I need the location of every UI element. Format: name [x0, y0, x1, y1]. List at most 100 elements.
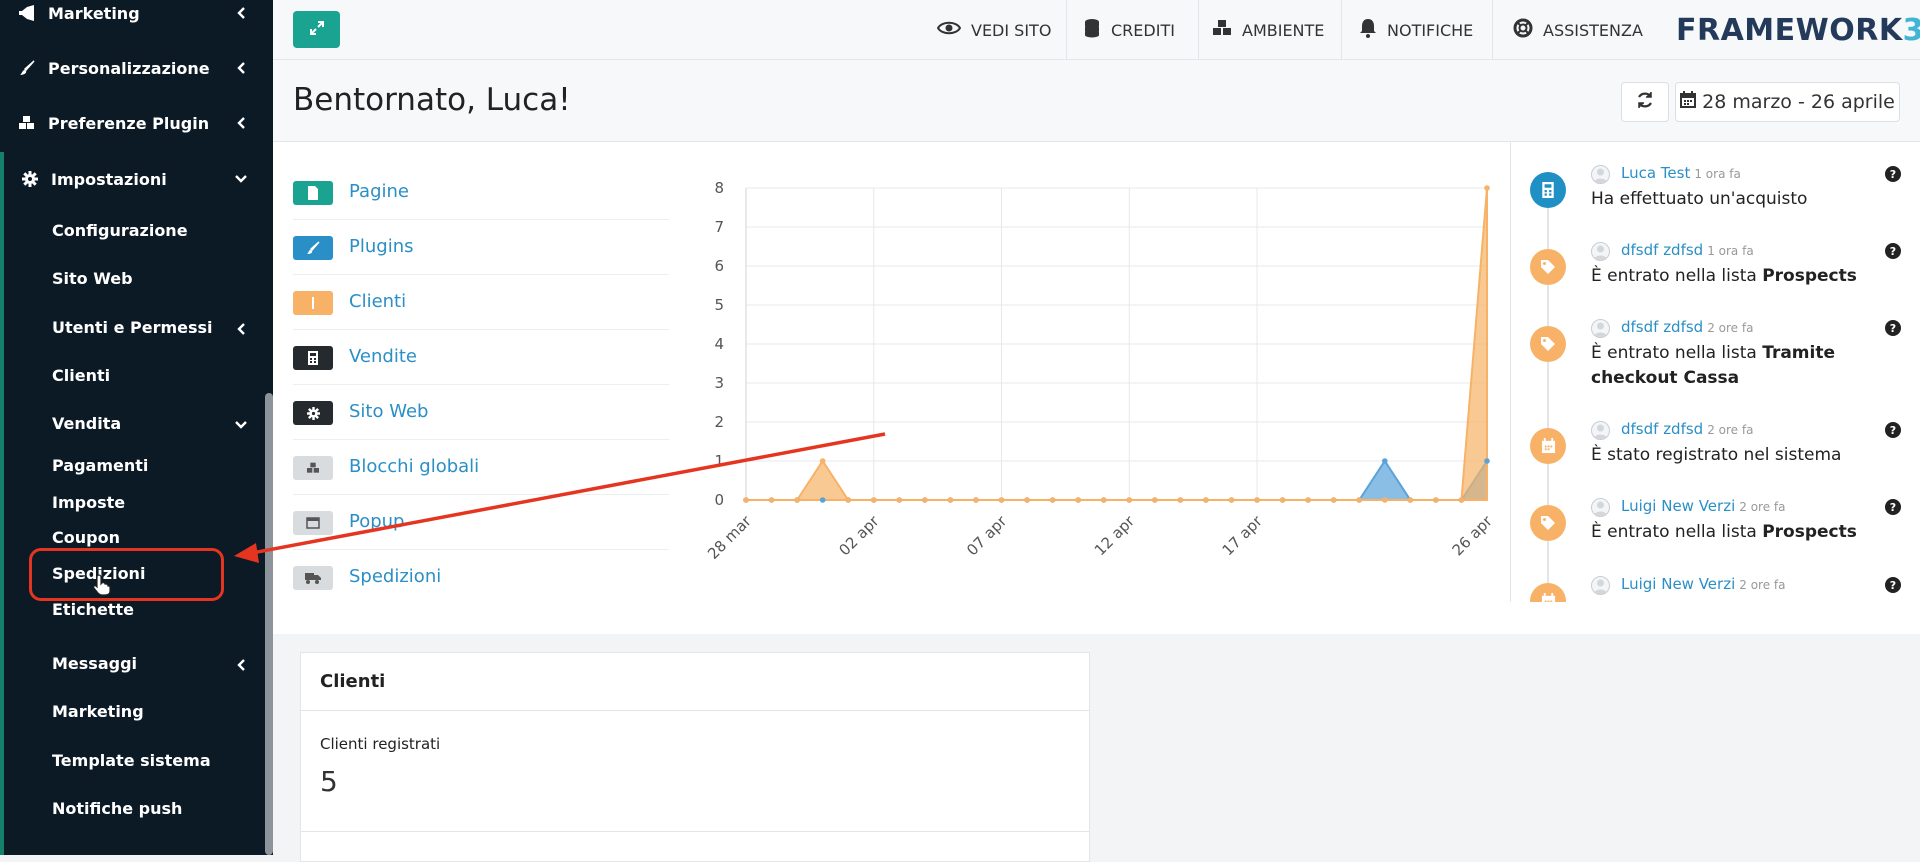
quick-link-clienti[interactable]: Clienti	[293, 276, 669, 330]
sidebar-subitem-vendita[interactable]: Vendita	[52, 414, 121, 433]
feed-user-name: Luca Test	[1621, 164, 1691, 182]
feed-message: È stato registrato nel sistema	[1591, 443, 1891, 468]
framework360-logo[interactable]: FRAMEWORK360	[1676, 13, 1920, 48]
quick-link-sito-web[interactable]: Sito Web	[293, 386, 669, 440]
feed-message-text: È entrato nella lista	[1591, 266, 1763, 286]
sidebar-subitem-clienti[interactable]: Clienti	[52, 366, 110, 385]
highlight-annotation-box	[29, 548, 224, 601]
data-point	[1100, 497, 1107, 503]
help-icon[interactable]: ?	[1885, 577, 1901, 593]
help-icon[interactable]: ?	[1885, 166, 1901, 182]
clienti-registrati-label: Clienti registrati	[320, 735, 441, 753]
data-point	[1356, 497, 1363, 503]
data-point	[1203, 497, 1209, 503]
sidebar-subitem-imposte[interactable]: Imposte	[52, 493, 125, 512]
feed-message: È entrato nella lista Prospects	[1591, 520, 1891, 545]
expand-button[interactable]	[293, 11, 340, 48]
feed-user-link[interactable]: dfsdf zdfsd 1 ora fa	[1621, 241, 1754, 259]
refresh-button[interactable]	[1621, 82, 1669, 122]
data-point	[1330, 497, 1337, 503]
sidebar-item-marketing[interactable]: Marketing	[0, 0, 265, 33]
ambiente-link[interactable]: AMBIENTE	[1212, 0, 1324, 60]
quick-link-pagine[interactable]: Pagine	[293, 166, 669, 220]
sidebar-item-preferenze-plugin[interactable]: Preferenze Plugin	[0, 103, 265, 143]
refresh-icon	[1636, 91, 1654, 113]
notifiche-label: NOTIFICHE	[1387, 20, 1474, 40]
avatar	[1591, 242, 1610, 261]
sidebar-subitem-sito-web[interactable]: Sito Web	[52, 269, 133, 288]
date-range-picker[interactable]: 28 marzo - 26 aprile	[1675, 82, 1900, 122]
data-point	[1126, 497, 1133, 503]
chevron-left-icon	[234, 116, 248, 130]
calculator-icon	[1530, 172, 1566, 208]
date-range-label: 28 marzo - 26 aprile	[1702, 91, 1895, 113]
sidebar-subitem-messaggi[interactable]: Messaggi	[52, 654, 137, 673]
quick-link-blocchi-globali[interactable]: Blocchi globali	[293, 441, 669, 495]
data-point	[973, 497, 979, 503]
sidebar-subitem-coupon[interactable]: Coupon	[52, 528, 120, 547]
feed-user-link[interactable]: dfsdf zdfsd 2 ore fa	[1621, 420, 1753, 438]
quick-link-vendite[interactable]: Vendite	[293, 331, 669, 385]
data-point	[998, 497, 1005, 503]
topbar-separator	[1066, 0, 1067, 60]
sidebar-item-personalizzazione[interactable]: Personalizzazione	[0, 48, 265, 88]
x-tick-label: 12 apr	[1091, 512, 1139, 560]
feed-user-link[interactable]: Luigi New Verzi 2 ore fa	[1621, 575, 1786, 593]
feed-user-link[interactable]: dfsdf zdfsd 2 ore fa	[1621, 318, 1753, 336]
quick-link-plugins[interactable]: Plugins	[293, 221, 669, 275]
notifiche-link[interactable]: NOTIFICHE	[1359, 0, 1473, 60]
topbar-separator	[1341, 0, 1342, 60]
x-tick-label: 28 mar	[704, 512, 755, 563]
x-tick-label: 07 apr	[963, 512, 1011, 560]
help-icon[interactable]: ?	[1885, 499, 1901, 515]
assistenza-link[interactable]: ASSISTENZA	[1513, 0, 1643, 60]
calendar-icon	[1530, 428, 1566, 464]
topbar-separator	[1198, 0, 1199, 60]
sidebar-subitem-utenti-e-permessi[interactable]: Utenti e Permessi	[52, 318, 213, 337]
topbar-separator	[1492, 0, 1493, 60]
data-point	[1381, 458, 1388, 464]
feed-user-link[interactable]: Luca Test 1 ora fa	[1621, 164, 1741, 182]
vedi-sito-link[interactable]: VEDI SITO	[936, 0, 1051, 60]
help-icon[interactable]: ?	[1885, 422, 1901, 438]
data-point	[922, 497, 928, 503]
calendar-icon	[1680, 91, 1697, 113]
data-point	[1433, 497, 1439, 503]
sidebar-subitem-pagamenti[interactable]: Pagamenti	[52, 456, 148, 475]
feed-timestamp: 2 ore fa	[1739, 500, 1786, 514]
sidebar-subitem-notifiche-push[interactable]: Notifiche push	[52, 799, 182, 818]
quick-link-popup[interactable]: Popup	[293, 496, 669, 550]
sidebar-scrollbar[interactable]	[265, 393, 273, 855]
gear-icon	[19, 168, 41, 190]
sidebar-subitem-etichette[interactable]: Etichette	[52, 600, 134, 619]
feed-message-text: È entrato nella lista	[1591, 522, 1763, 542]
sidebar-subitem-marketing[interactable]: Marketing	[52, 702, 144, 721]
card-divider	[301, 710, 1089, 711]
feed-user-link[interactable]: Luigi New Verzi 2 ore fa	[1621, 497, 1786, 515]
quick-link-label: Vendite	[349, 346, 417, 367]
data-point	[1381, 497, 1388, 503]
crediti-link[interactable]: CREDITI	[1083, 0, 1175, 60]
sidebar-item-impostazioni[interactable]: Impostazioni	[0, 159, 265, 199]
chevron-down-icon	[234, 172, 248, 186]
sidebar-subitem-configurazione[interactable]: Configurazione	[52, 221, 188, 240]
feed-user-name: Luigi New Verzi	[1621, 575, 1736, 593]
truck-icon	[293, 566, 333, 590]
feed-message-list-name: Prospects	[1762, 522, 1857, 542]
feed-user-name: dfsdf zdfsd	[1621, 318, 1704, 336]
cubes-icon	[1212, 19, 1232, 41]
data-point	[1049, 497, 1056, 503]
brush-icon	[293, 236, 333, 260]
coins-icon	[1083, 18, 1101, 42]
quick-link-spedizioni[interactable]: Spedizioni	[293, 551, 669, 605]
sidebar-subitem-template-sistema[interactable]: Template sistema	[52, 751, 211, 770]
help-icon[interactable]: ?	[1885, 320, 1901, 336]
help-icon[interactable]: ?	[1885, 243, 1901, 259]
ambiente-label: AMBIENTE	[1242, 20, 1325, 40]
top-bar: VEDI SITO CREDITI AMBIENTE NOTIFICHE ASS…	[273, 0, 1920, 60]
feed-timestamp: 2 ore fa	[1707, 321, 1754, 335]
quick-link-label: Plugins	[349, 236, 414, 257]
x-tick-label: 26 apr	[1449, 512, 1497, 560]
data-point	[1458, 497, 1465, 503]
quick-link-label: Spedizioni	[349, 566, 442, 587]
